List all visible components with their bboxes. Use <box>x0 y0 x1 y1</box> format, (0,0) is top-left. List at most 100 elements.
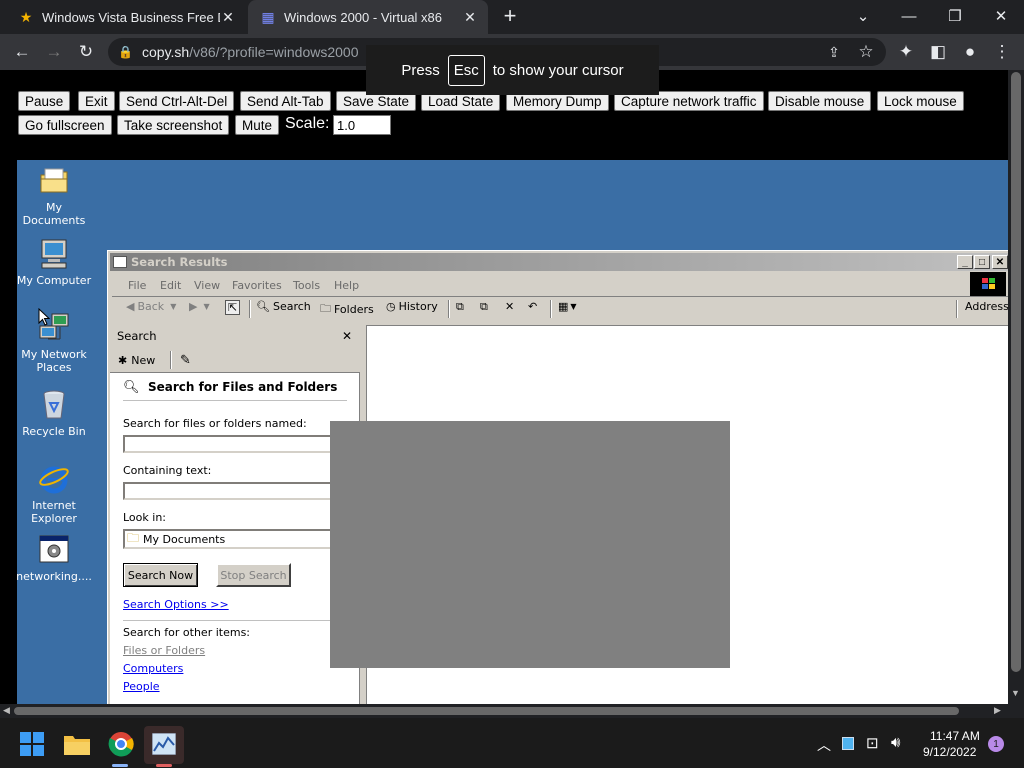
close-tab-icon[interactable]: ✕ <box>462 9 478 26</box>
show-hidden-icons-chevron-icon[interactable]: ︿ <box>817 735 831 755</box>
scroll-left-arrow-icon[interactable]: ◀ <box>3 705 10 716</box>
lock-mouse-button[interactable]: Lock mouse <box>877 91 964 111</box>
restore-window-icon[interactable]: ❐ <box>932 0 978 32</box>
profile-icon[interactable]: ● <box>957 39 983 65</box>
separator <box>249 300 251 318</box>
volume-speaker-icon[interactable]: 🔊︎ <box>891 734 900 751</box>
pause-button[interactable]: Pause <box>18 91 71 111</box>
send-alt-tab-button[interactable]: Send Alt-Tab <box>240 91 331 111</box>
folders-button[interactable]: 🗀 Folders <box>320 300 374 319</box>
extensions-puzzle-icon[interactable]: ✦ <box>893 39 919 65</box>
forward-button[interactable]: ▶ ▼ <box>189 300 210 313</box>
search-now-button[interactable]: Search Now <box>123 563 198 587</box>
exit-button[interactable]: Exit <box>78 91 115 111</box>
files-or-folders-link[interactable]: Files or Folders <box>123 644 205 657</box>
side-panel-icon[interactable]: ◧ <box>925 39 951 65</box>
look-in-select[interactable]: 🗀 My Documents <box>123 529 333 549</box>
separator <box>448 300 450 318</box>
forward-arrow-icon[interactable]: → <box>41 39 67 65</box>
grey-overlay-block <box>330 421 730 668</box>
menu-view[interactable]: View <box>194 279 220 292</box>
computers-link[interactable]: Computers <box>123 662 183 675</box>
clock-date[interactable]: 9/12/2022 <box>923 745 976 759</box>
tab-search-chevron-icon[interactable]: ⌄ <box>840 0 886 32</box>
close-window-icon[interactable]: ✕ <box>978 0 1024 32</box>
search-assistant-icon[interactable]: ✎ <box>180 353 191 368</box>
desktop-icon-my-computer[interactable]: My Computer <box>14 238 94 287</box>
undo-icon: ↶ <box>528 300 538 313</box>
close-icon[interactable]: ✕ <box>992 255 1008 269</box>
notification-badge[interactable]: 1 <box>988 736 1004 752</box>
menu-edit[interactable]: Edit <box>160 279 181 292</box>
desktop-icon-internet-explorer[interactable]: Internet Explorer <box>14 463 94 525</box>
tab-title: Windows 2000 - Virtual x86 <box>284 9 443 25</box>
move-to-button[interactable]: ⧉ <box>456 300 464 314</box>
horizontal-scrollbar-thumb[interactable] <box>14 707 959 715</box>
internet-explorer-icon <box>38 463 70 495</box>
vertical-scrollbar-thumb[interactable] <box>1011 72 1021 672</box>
containing-text-input[interactable] <box>123 482 333 500</box>
views-button[interactable]: ▦ ▼ <box>558 300 577 313</box>
computer-icon <box>38 238 70 270</box>
stop-search-button[interactable]: Stop Search <box>216 563 291 587</box>
menu-kebab-icon[interactable]: ⋮ <box>989 39 1015 65</box>
up-folder-button[interactable]: ⇱ <box>225 300 241 315</box>
scroll-right-arrow-icon[interactable]: ▶ <box>994 705 1001 716</box>
minimize-window-icon[interactable]: — <box>886 0 932 32</box>
tab-vista-business[interactable]: ★ Windows Vista Business Free Dow ✕ <box>6 0 246 34</box>
window-title-bar[interactable]: Search Results <box>110 253 1008 271</box>
new-search-button[interactable]: ✱ New <box>118 354 155 367</box>
close-search-pane-icon[interactable]: ✕ <box>342 329 352 343</box>
tab-windows-2000[interactable]: ▦ Windows 2000 - Virtual x86 ✕ <box>248 0 488 34</box>
tray-app-icon[interactable] <box>842 737 854 750</box>
search-options-link[interactable]: Search Options >> <box>123 598 229 611</box>
files-named-input[interactable] <box>123 435 333 453</box>
take-screenshot-button[interactable]: Take screenshot <box>117 115 230 135</box>
reload-icon[interactable]: ↻ <box>73 39 99 65</box>
desktop-icon-label: networking.... <box>16 570 92 583</box>
share-icon[interactable]: ⇪ <box>821 39 847 65</box>
desktop-icon-recycle-bin[interactable]: Recycle Bin <box>14 389 94 438</box>
divider <box>123 400 347 401</box>
delete-x-icon: ✕ <box>505 300 515 313</box>
menu-favorites[interactable]: Favorites <box>232 279 282 292</box>
lock-icon[interactable]: 🔒 <box>118 45 133 59</box>
maximize-icon[interactable]: □ <box>974 255 990 269</box>
menu-tools[interactable]: Tools <box>293 279 320 292</box>
new-tab-icon[interactable]: + <box>498 5 522 29</box>
delete-button[interactable]: ✕ <box>505 300 514 313</box>
bookmark-star-icon[interactable]: ☆ <box>853 39 879 65</box>
undo-button[interactable]: ↶ <box>528 300 537 313</box>
send-ctrl-alt-del-button[interactable]: Send Ctrl-Alt-Del <box>119 91 235 111</box>
go-fullscreen-button[interactable]: Go fullscreen <box>18 115 112 135</box>
copy-to-button[interactable]: ⧉ <box>480 300 488 314</box>
chrome-icon[interactable] <box>108 731 134 762</box>
people-link[interactable]: People <box>123 680 160 693</box>
window-title: Search Results <box>131 255 228 269</box>
menu-file[interactable]: File <box>128 279 146 292</box>
clock-time[interactable]: 11:47 AM <box>930 729 980 743</box>
search-button[interactable]: 🔍︎ Search <box>256 300 311 313</box>
minimize-icon[interactable]: _ <box>957 255 973 269</box>
start-windows-icon[interactable] <box>20 732 44 761</box>
back-arrow-icon[interactable]: ← <box>9 39 35 65</box>
history-button[interactable]: ◷ History <box>386 300 438 313</box>
recycle-bin-icon <box>38 389 70 421</box>
files-named-label: Search for files or folders named: <box>123 417 307 430</box>
close-tab-icon[interactable]: ✕ <box>220 9 236 26</box>
disable-mouse-button[interactable]: Disable mouse <box>768 91 872 111</box>
system-monitor-icon[interactable] <box>151 732 177 760</box>
network-monitor-icon[interactable]: ⊡ <box>866 734 879 752</box>
menu-help[interactable]: Help <box>334 279 359 292</box>
scale-input[interactable]: 1.0 <box>333 115 391 135</box>
divider <box>123 620 347 621</box>
file-explorer-icon[interactable] <box>64 733 90 760</box>
desktop-icon-my-network-places[interactable]: My Network Places <box>14 312 94 374</box>
scroll-down-arrow-icon[interactable]: ▼ <box>1011 688 1020 698</box>
back-button[interactable]: ◀ Back ▼ <box>126 300 176 313</box>
desktop-icon-my-documents[interactable]: My Documents <box>14 165 94 227</box>
mute-button[interactable]: Mute <box>235 115 280 135</box>
separator <box>170 351 172 369</box>
windows-logo-icon <box>970 272 1006 296</box>
desktop-icon-networking[interactable]: networking.... <box>14 534 94 583</box>
